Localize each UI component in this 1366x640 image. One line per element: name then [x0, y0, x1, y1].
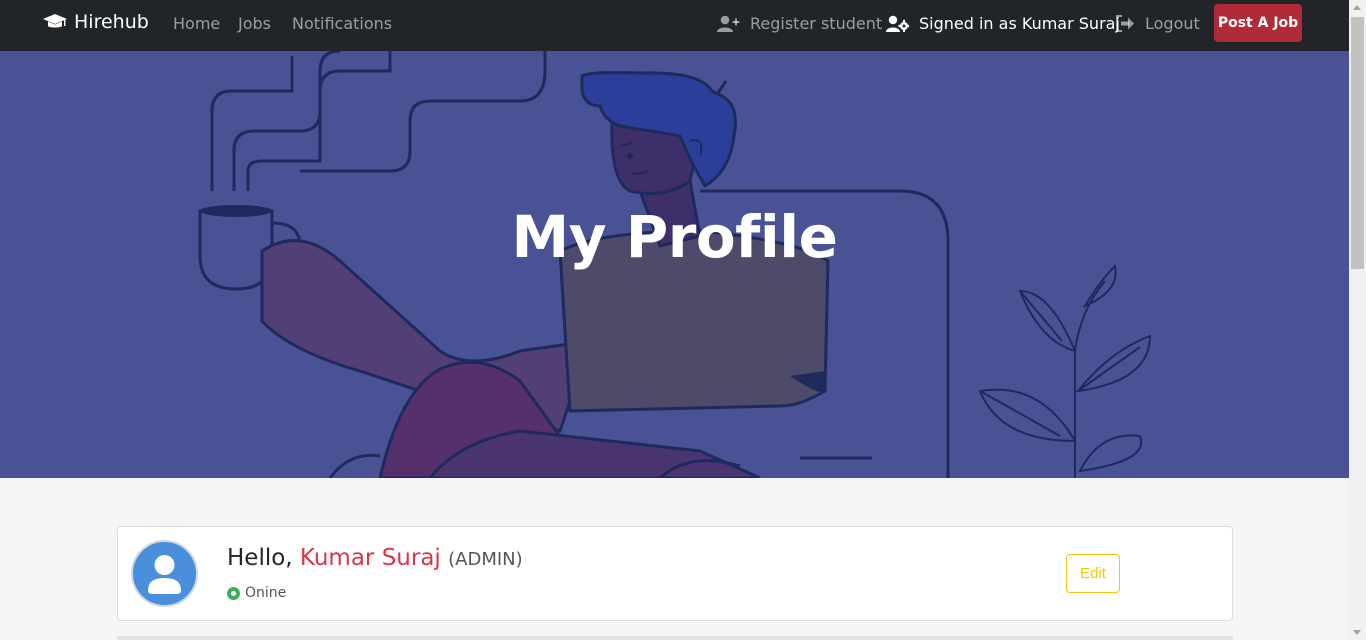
logout-link[interactable]: Logout	[1116, 14, 1200, 33]
nav-jobs-link[interactable]: Jobs	[238, 14, 271, 33]
hero-banner: My Profile	[0, 51, 1349, 478]
brand-link[interactable]: Hirehub	[43, 11, 149, 33]
profile-greeting: Hello, Kumar Suraj (ADMIN)	[227, 545, 523, 571]
user-cog-icon	[886, 15, 909, 32]
navbar: Hirehub Home Jobs Notifications Register…	[0, 0, 1349, 51]
scroll-up-arrow[interactable]	[1353, 5, 1361, 10]
brand-name: Hirehub	[74, 11, 149, 33]
page-scrollbar[interactable]	[1349, 0, 1366, 640]
scroll-down-arrow[interactable]	[1353, 630, 1361, 635]
scroll-thumb[interactable]	[1351, 17, 1364, 269]
greeting-text: Hello,	[227, 545, 293, 571]
signed-in-label: Signed in as Kumar Suraj	[919, 14, 1120, 33]
post-job-button[interactable]: Post A Job	[1214, 4, 1302, 42]
status-dot-icon	[227, 586, 240, 600]
user-icon	[148, 555, 181, 594]
online-status: Onine	[227, 585, 286, 601]
edit-button[interactable]: Edit	[1066, 554, 1120, 593]
logout-label: Logout	[1145, 14, 1200, 33]
avatar	[131, 540, 198, 607]
graduation-cap-icon	[43, 14, 67, 28]
page-title: My Profile	[511, 203, 838, 271]
nav-home-link[interactable]: Home	[173, 14, 220, 33]
register-student-label: Register student	[750, 14, 883, 33]
user-role: (ADMIN)	[448, 549, 523, 570]
profile-card: Hello, Kumar Suraj (ADMIN) Onine Edit	[117, 526, 1233, 621]
next-card-edge	[117, 636, 1233, 640]
nav-notifications-link[interactable]: Notifications	[292, 14, 392, 33]
register-student-link[interactable]: Register student	[717, 14, 882, 33]
signed-in-indicator: Signed in as Kumar Suraj	[886, 14, 1120, 33]
user-plus-icon	[717, 15, 740, 32]
sign-out-icon	[1116, 15, 1134, 32]
status-label: Onine	[245, 585, 287, 601]
user-name: Kumar Suraj	[299, 545, 441, 571]
